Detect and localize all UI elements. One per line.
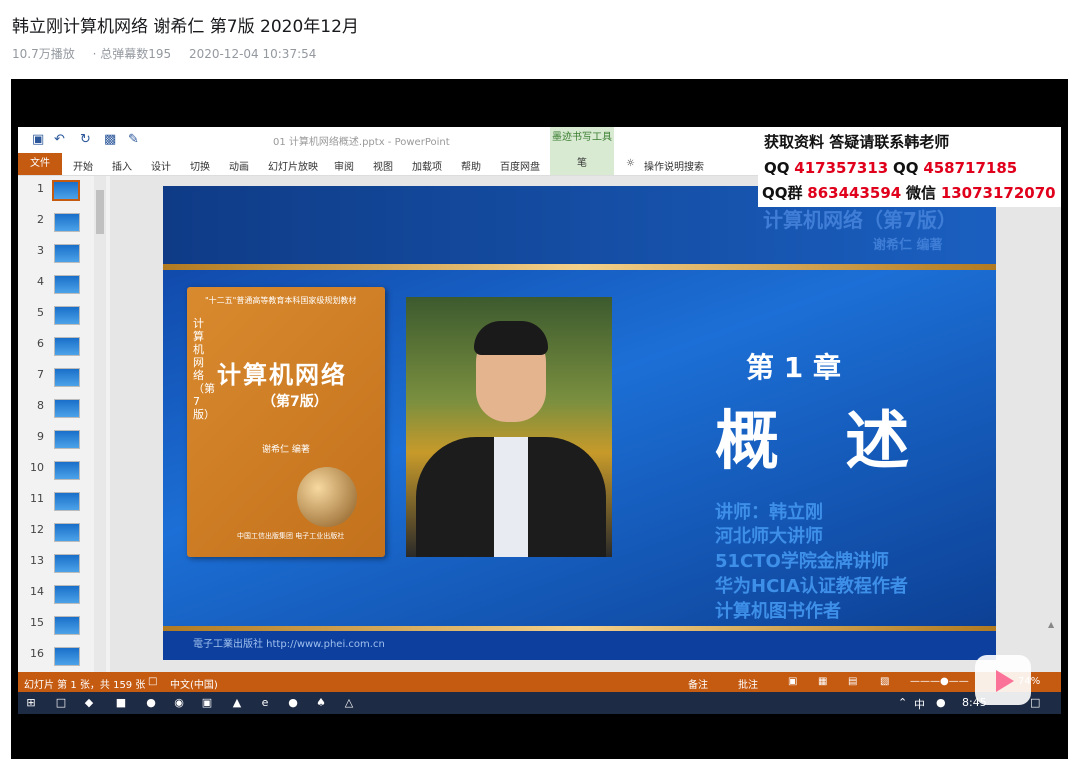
tab-animations[interactable]: 动画 — [229, 158, 249, 173]
lecturer-line: 讲师：韩立刚 — [715, 502, 823, 523]
undo-icon: ↶ — [54, 132, 65, 147]
video-meta: 10.7万播放 · 总弹幕数195 2020-12-04 10:37:54 — [12, 45, 330, 62]
tab-transitions[interactable]: 切换 — [190, 158, 210, 173]
app-icon[interactable]: ◆ — [82, 696, 96, 710]
tray-chevron-icon[interactable]: ⌃ — [898, 696, 907, 709]
slide-counter: 幻灯片 第 1 张，共 159 张 — [24, 680, 146, 691]
tab-home[interactable]: 开始 — [73, 158, 93, 173]
tell-me-search[interactable]: 操作说明搜索 — [644, 158, 704, 173]
contact-group-line: QQ群 863443594 微信 13073172070 — [762, 184, 1056, 202]
ink-icon: ✎ — [128, 132, 139, 147]
publish-datetime: 2020-12-04 10:37:54 — [188, 47, 317, 61]
tab-slideshow[interactable]: 幻灯片放映 — [268, 158, 318, 173]
qq-icon[interactable]: ● — [144, 696, 158, 710]
tab-addins[interactable]: 加载项 — [412, 158, 442, 173]
edge-icon[interactable]: e — [258, 696, 272, 710]
lecturer-photo — [406, 297, 612, 557]
app-icon[interactable]: ▲ — [230, 696, 244, 710]
tab-insert[interactable]: 插入 — [112, 158, 132, 173]
thumbnail-scrollbar[interactable] — [94, 176, 106, 672]
windows-taskbar: ⊞ □ ◆ ■ ● ◉ ▣ ▲ e ● ♠ △ ⌃ 中 ● 8:45 □ — [18, 692, 1061, 714]
tab-help[interactable]: 帮助 — [461, 158, 481, 173]
danmaku-count: · 总弹幕数195 — [92, 47, 172, 61]
presenter-view-icon[interactable]: ▧ — [880, 676, 889, 687]
notes-button[interactable]: 备注 — [688, 676, 708, 691]
ink-tools-label: 墨迹书写工具 — [550, 127, 614, 153]
view-count: 10.7万播放 — [12, 47, 75, 61]
ime-indicator[interactable]: 中 — [914, 696, 925, 712]
video-frame: ▣ ↶ ↻ ▩ ✎ 01 计算机网络概述.pptx - PowerPoint 墨… — [18, 127, 1061, 714]
book-cover-image: "十二五"普通高等教育本科国家级规划教材 计算机网络（第7版） 计算机网络 （第… — [187, 287, 385, 557]
video-title: 韩立刚计算机网络 谢希仁 第7版 2020年12月 — [12, 17, 359, 37]
spellcheck-icon: □ — [148, 676, 158, 687]
lecturer-line: 河北师大讲师 — [715, 526, 823, 547]
tab-review[interactable]: 审阅 — [334, 158, 354, 173]
slide-edit-area: 计算机网络（第7版） 谢希仁 编著 "十二五"普通高等教育本科国家级规划教材 计… — [110, 176, 1061, 672]
contact-heading: 获取资料 答疑请联系韩老师 — [764, 133, 950, 151]
document-title: 01 计算机网络概述.pptx - PowerPoint — [273, 137, 450, 148]
app-icon[interactable]: △ — [342, 696, 356, 710]
browser-icon[interactable]: ◉ — [172, 696, 186, 710]
play-button-icon[interactable] — [975, 655, 1031, 705]
lecturer-line: 计算机图书作者 — [715, 601, 841, 622]
comments-button[interactable]: 批注 — [738, 676, 758, 691]
start-icon[interactable]: ⊞ — [24, 696, 38, 710]
chapter-title: 概 述 — [715, 405, 932, 479]
powerpoint-taskbar-icon[interactable]: ▣ — [200, 696, 214, 710]
slideshow-icon: ▩ — [104, 132, 117, 147]
scrollbar-thumb[interactable] — [96, 190, 104, 234]
notification-icon[interactable]: □ — [1030, 696, 1040, 709]
lecturer-line: 华为HCIA认证教程作者 — [715, 576, 908, 597]
tab-view[interactable]: 视图 — [373, 158, 393, 173]
current-slide: 计算机网络（第7版） 谢希仁 编著 "十二五"普通高等教育本科国家级规划教材 计… — [163, 186, 996, 660]
lecturer-line: 51CTO学院金牌讲师 — [715, 551, 889, 572]
zoom-slider[interactable]: ———●—— — [910, 676, 969, 687]
normal-view-icon[interactable]: ▣ — [788, 676, 797, 687]
task-view-icon[interactable]: □ — [54, 696, 68, 710]
language-indicator: 中文(中国) — [170, 680, 218, 691]
lightbulb-icon: ☼ — [626, 158, 635, 169]
redo-icon: ↻ — [80, 132, 91, 147]
app-icon[interactable]: ● — [286, 696, 300, 710]
contact-qq-line: QQ 417357313 QQ 458717185 — [764, 159, 1018, 177]
tab-pen[interactable]: 笔 — [550, 153, 614, 175]
tab-baidu-netdisk[interactable]: 百度网盘 — [500, 158, 540, 173]
globe-graphic — [297, 467, 357, 527]
save-icon: ▣ — [32, 132, 45, 147]
scroll-up-icon[interactable]: ▲ — [1048, 620, 1054, 629]
chapter-number: 第 1 章 — [746, 351, 841, 384]
slide-sorter-icon[interactable]: ▦ — [818, 676, 827, 687]
slide-ghost-author: 谢希仁 编著 — [873, 238, 943, 253]
slide-ghost-title: 计算机网络（第7版） — [763, 208, 957, 232]
ppt-status-bar: 幻灯片 第 1 张，共 159 张 □ 中文(中国) 备注 批注 ▣ ▦ ▤ ▧… — [18, 672, 1061, 692]
reading-view-icon[interactable]: ▤ — [848, 676, 857, 687]
tab-file[interactable]: 文件 — [18, 153, 62, 175]
publisher-logo: 電子工業出版社 http://www.phei.com.cn — [193, 639, 385, 650]
app-icon[interactable]: ♠ — [314, 696, 328, 710]
tray-app-icon[interactable]: ● — [936, 696, 946, 709]
explorer-icon[interactable]: ■ — [114, 696, 128, 710]
tab-design[interactable]: 设计 — [151, 158, 171, 173]
contact-overlay: 获取资料 答疑请联系韩老师 QQ 417357313 QQ 458717185 … — [758, 127, 1061, 207]
